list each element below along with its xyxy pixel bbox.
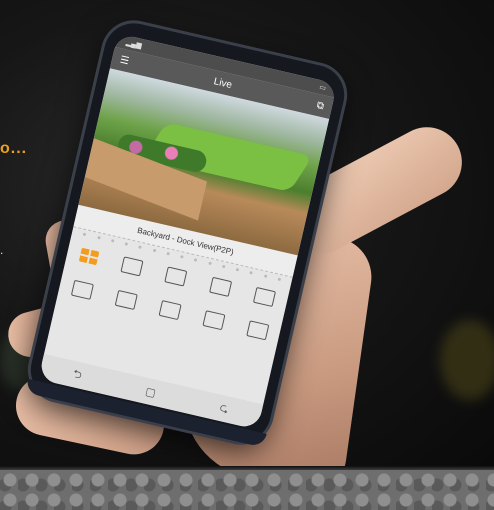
snapshot-icon[interactable] — [70, 279, 94, 300]
app-title: Live — [212, 75, 234, 91]
multi-view-icon[interactable] — [208, 276, 233, 297]
layout-grid-icon[interactable] — [78, 247, 100, 266]
menu-icon[interactable]: ☰ — [119, 54, 130, 67]
cast-icon[interactable]: ⧉ — [316, 99, 325, 111]
foliage-strip — [0, 470, 494, 510]
tagline-small-text: . — [0, 243, 4, 257]
playback-icon[interactable] — [120, 256, 144, 277]
quality-icon[interactable] — [158, 299, 182, 321]
record-icon[interactable] — [114, 289, 138, 310]
alarm-icon[interactable] — [245, 320, 269, 341]
ptz-icon[interactable] — [164, 266, 188, 287]
signal-icon: ▂▄▆ — [125, 39, 143, 50]
tagline-text: o... — [0, 140, 28, 157]
channel-icon[interactable] — [253, 286, 277, 308]
battery-icon: ▭ — [318, 84, 327, 93]
recent-icon[interactable]: ⮎ — [218, 398, 231, 418]
bokeh-light — [440, 320, 494, 400]
fullscreen-icon[interactable] — [201, 310, 226, 331]
home-icon[interactable]: ▢ — [144, 384, 157, 399]
back-icon[interactable]: ⮌ — [71, 365, 84, 385]
